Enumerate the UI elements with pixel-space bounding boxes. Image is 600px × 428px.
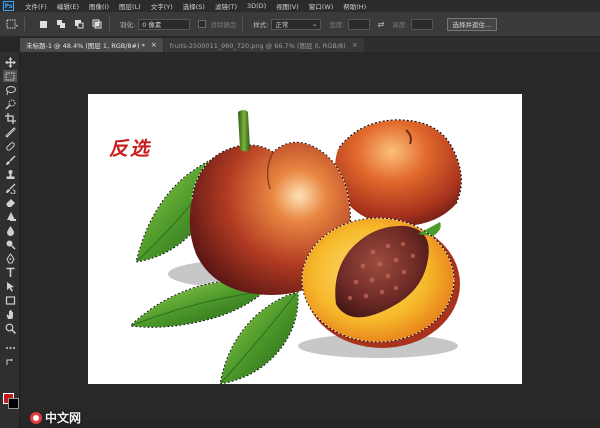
watermark-logo-icon <box>30 411 42 424</box>
width-input[interactable] <box>347 18 370 30</box>
menu-file[interactable]: 文件(F) <box>20 1 52 11</box>
feather-label: 羽化: <box>120 21 136 29</box>
feather-input[interactable]: 0 像素 <box>138 18 191 30</box>
pen-icon[interactable] <box>3 252 17 264</box>
menu-3d[interactable]: 3D(D) <box>242 2 271 10</box>
gradient-icon[interactable] <box>3 210 17 222</box>
zoom-icon[interactable] <box>3 322 17 334</box>
watermark: 中文网 <box>30 409 81 426</box>
style-label: 样式: <box>253 21 269 29</box>
menu-layer[interactable]: 图层(L) <box>114 1 146 11</box>
eyedropper-icon[interactable] <box>3 126 17 138</box>
tools-panel <box>0 52 20 428</box>
options-divider <box>242 17 244 31</box>
antialias-label: 消除锯齿 <box>210 21 237 29</box>
canvas-annotation-text: 反选 <box>109 138 152 160</box>
menu-type[interactable]: 文字(Y) <box>146 1 178 11</box>
close-icon[interactable]: × <box>352 41 358 49</box>
tab-untitled-1[interactable]: 未标题-1 @ 48.4% (图层 1, RGB/8#) * × <box>20 38 163 52</box>
new-selection-icon[interactable] <box>37 18 49 30</box>
path-select-icon[interactable] <box>3 280 17 292</box>
background-color-swatch[interactable] <box>8 398 19 409</box>
menu-filter[interactable]: 滤镜(T) <box>210 1 242 11</box>
options-divider <box>24 17 25 31</box>
back-peach <box>334 119 462 226</box>
watermark-text: 中文网 <box>45 411 82 425</box>
clone-stamp-icon[interactable] <box>3 168 17 180</box>
document-canvas[interactable]: 反选 <box>88 94 522 384</box>
eraser-icon[interactable] <box>3 196 17 208</box>
shape-icon[interactable] <box>3 294 17 306</box>
lasso-icon[interactable] <box>3 84 17 96</box>
width-label: 宽度: <box>329 21 345 29</box>
close-icon[interactable]: × <box>151 41 157 49</box>
chevron-down-icon: ⌄ <box>311 20 318 28</box>
hand-icon[interactable] <box>3 308 17 320</box>
height-label: 高度: <box>392 21 408 29</box>
menu-help[interactable]: 帮助(H) <box>338 1 371 11</box>
intersect-selection-icon[interactable] <box>91 18 103 30</box>
dodge-icon[interactable] <box>3 238 17 250</box>
select-and-mask-button[interactable]: 选择并遮住... <box>446 17 498 31</box>
height-input[interactable] <box>410 18 433 30</box>
swap-dimensions-icon[interactable]: ⇄ <box>378 20 385 29</box>
menu-view[interactable]: 视图(V) <box>271 1 304 11</box>
tab-label: fruits-2500011_960_720.png @ 66.7% (图层 0… <box>169 42 346 50</box>
move-icon[interactable] <box>3 56 17 68</box>
antialias-checkbox[interactable] <box>198 20 207 28</box>
marquee-icon[interactable] <box>3 70 17 82</box>
style-select-value: 正常 <box>275 21 289 29</box>
status-bar <box>21 421 600 428</box>
marquee-preset-icon[interactable] <box>6 18 18 30</box>
photoshop-logo-icon: Ps <box>3 1 14 11</box>
history-brush-icon[interactable] <box>3 182 17 194</box>
add-to-selection-icon[interactable] <box>55 18 67 30</box>
menu-select[interactable]: 选择(S) <box>178 1 210 11</box>
quick-select-icon[interactable] <box>3 98 17 110</box>
more-tools-icon[interactable] <box>3 342 17 354</box>
half-peach <box>301 217 460 348</box>
blur-icon[interactable] <box>3 224 17 236</box>
menu-bar: Ps 文件(F) 编辑(E) 图像(I) 图层(L) 文字(Y) 选择(S) 滤… <box>0 0 600 12</box>
brush-icon[interactable] <box>3 154 17 166</box>
healing-brush-icon[interactable] <box>3 140 17 152</box>
tab-label: 未标题-1 @ 48.4% (图层 1, RGB/8#) * <box>26 42 145 50</box>
type-icon[interactable] <box>3 266 17 278</box>
swap-colors-icon[interactable] <box>3 356 17 368</box>
crop-icon[interactable] <box>3 112 17 124</box>
document-tabs: 未标题-1 @ 48.4% (图层 1, RGB/8#) * × fruits-… <box>20 38 600 52</box>
menu-window[interactable]: 窗口(W) <box>304 1 339 11</box>
subtract-from-selection-icon[interactable] <box>73 18 85 30</box>
menu-edit[interactable]: 编辑(E) <box>52 1 84 11</box>
style-select[interactable]: 正常 ⌄ <box>271 18 322 30</box>
options-divider <box>109 17 110 31</box>
menu-image[interactable]: 图像(I) <box>84 1 114 11</box>
options-bar: 羽化: 0 像素 消除锯齿 样式: 正常 ⌄ 宽度: ⇄ 高度: 选择并遮住..… <box>0 12 600 37</box>
tab-fruits-png[interactable]: fruits-2500011_960_720.png @ 66.7% (图层 0… <box>163 38 364 52</box>
fruit-artwork <box>129 110 462 384</box>
